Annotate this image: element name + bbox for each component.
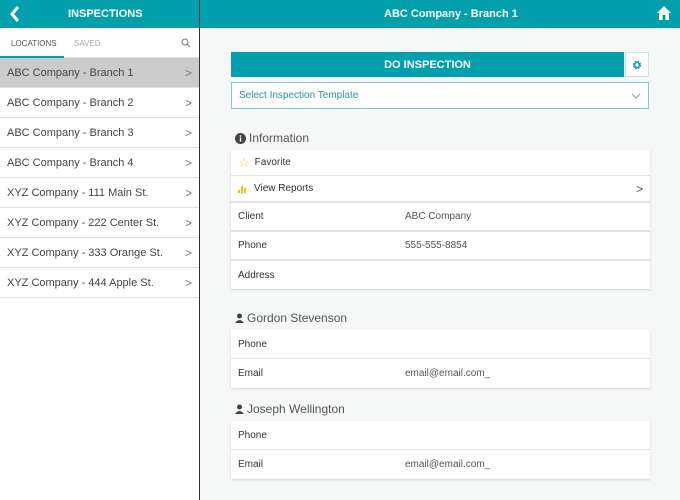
field-label: Phone [238,338,267,350]
chevron-right-icon: > [184,125,192,140]
home-icon[interactable] [656,5,672,21]
chevron-down-icon [631,93,641,99]
location-item[interactable]: ABC Company - Branch 2 > [0,88,199,118]
contact-row[interactable]: Phone [231,330,650,359]
contact-heading: Gordon Stevenson [235,311,347,325]
field-label: Email [238,459,264,470]
location-item[interactable]: XYZ Company - 111 Main St. > [0,178,199,208]
field-label: Email [238,368,264,379]
information-card: ☆ Favorite View Reports > Client ABC Compan… [231,150,650,289]
contact-row[interactable]: Phone [231,421,650,450]
location-label: ABC Company - Branch 1 [7,66,134,79]
info-icon [235,132,246,144]
location-label: XYZ Company - 222 Center St. [7,216,160,229]
field-label: Address [238,269,275,281]
location-label: XYZ Company - 111 Main St. [7,186,149,199]
location-label: ABC Company - Branch 4 [7,156,134,169]
gear-icon [632,60,642,69]
do-inspection-button[interactable]: DO INSPECTION [231,52,624,77]
contact-row[interactable]: Email email@email.com_ [231,450,650,479]
person-icon [235,313,244,323]
field-value: ABC Company [405,211,472,222]
location-item[interactable]: XYZ Company - 444 Apple St. > [0,268,199,298]
divider [199,0,200,500]
location-item[interactable]: XYZ Company - 333 Orange St. > [0,238,199,268]
view-reports-row[interactable]: View Reports > [231,176,650,202]
template-select[interactable]: Select Inspection Template [231,82,649,109]
chevron-right-icon: > [184,185,192,200]
chevron-right-icon: > [184,155,192,170]
location-label: ABC Company - Branch 2 [7,96,134,109]
location-item[interactable]: ABC Company - Branch 4 > [0,148,199,178]
tab-locations[interactable]: LOCATIONS [11,39,57,48]
back-icon[interactable] [8,4,22,24]
active-tab-indicator [0,56,64,58]
field-label: Phone [238,240,267,251]
information-heading: Information [235,131,309,145]
info-row: Address [231,260,650,289]
location-item[interactable]: XYZ Company - 222 Center St. > [0,208,199,238]
settings-button[interactable] [625,52,649,77]
sidebar: LOCATIONS SAVED ABC Company - Branch 1 > A… [0,28,199,500]
chevron-right-icon: > [184,275,192,290]
location-label: XYZ Company - 333 Orange St. [7,246,163,259]
person-icon [235,404,244,414]
star-icon: ☆ [238,154,250,170]
location-label: XYZ Company - 444 Apple St. [7,276,154,289]
tab-saved[interactable]: SAVED [74,39,101,48]
template-placeholder: Select Inspection Template [239,90,359,101]
sidebar-title: INSPECTIONS [68,8,143,20]
field-label: Phone [238,429,267,441]
chevron-right-icon: > [184,245,192,260]
location-item[interactable]: ABC Company - Branch 1 > [0,58,199,88]
field-label: Client [238,211,264,222]
chevron-right-icon: > [184,215,192,230]
contact-row[interactable]: Email email@email.com_ [231,359,650,388]
location-item[interactable]: ABC Company - Branch 3 > [0,118,199,148]
location-label: ABC Company - Branch 3 [7,126,134,139]
contact-heading: Joseph Wellington [235,402,345,416]
bar-chart-icon [238,186,246,193]
info-row: Client ABC Company [231,202,650,231]
favorite-row[interactable]: ☆ Favorite [231,150,650,176]
contact-card: Phone Email email@email.com_ [231,421,650,479]
app-header: INSPECTIONS ABC Company - Branch 1 [0,0,680,28]
chevron-right-icon: > [184,95,192,110]
chevron-right-icon: > [635,181,643,196]
page-title: ABC Company - Branch 1 [384,8,518,20]
info-row: Phone 555-555-8854 [231,231,650,260]
search-icon[interactable] [181,38,191,48]
field-value: 555-555-8854 [405,240,468,251]
field-value: email@email.com_ [405,459,491,470]
field-value: email@email.com_ [405,368,491,379]
contact-card: Phone Email email@email.com_ [231,330,650,388]
chevron-right-icon: > [184,65,192,80]
